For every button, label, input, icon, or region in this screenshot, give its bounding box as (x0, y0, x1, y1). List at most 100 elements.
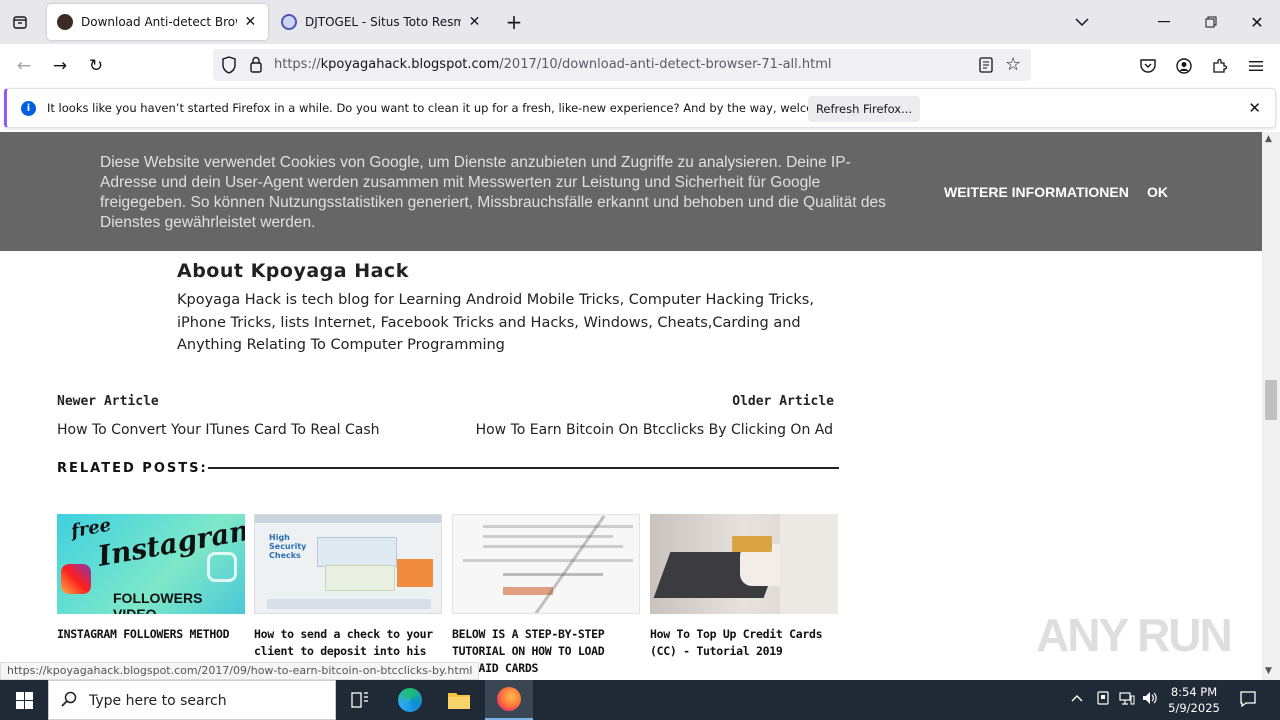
older-article-link[interactable]: How To Earn Bitcoin On Btcclicks By Clic… (476, 422, 833, 438)
camera-icon (207, 552, 237, 582)
address-bar[interactable]: https://kpoyagahack.blogspot.com/2017/10… (213, 49, 1031, 81)
network-icon[interactable] (1119, 691, 1135, 709)
lock-icon[interactable] (249, 56, 263, 77)
list-all-tabs-chevron-icon[interactable] (1059, 0, 1105, 44)
anyrun-watermark: ANY RUN (1036, 609, 1233, 661)
related-post-card[interactable]: High Security Checks How to send a check… (254, 514, 442, 677)
watermark-stroke (534, 515, 606, 613)
checks-thumbnail[interactable]: High Security Checks (254, 514, 442, 614)
refresh-firefox-notification: i It looks like you haven’t started Fire… (4, 88, 1276, 128)
taskbar-search-box[interactable]: Type here to search (48, 680, 336, 720)
sleeve-shape (780, 514, 838, 614)
promo-badge (397, 559, 433, 587)
about-title: About Kpoyaga Hack (177, 260, 409, 282)
close-tab-icon[interactable]: ✕ (467, 14, 482, 30)
refresh-firefox-button[interactable]: Refresh Firefox... (808, 96, 920, 122)
url-host: kpoyagahack.blogspot.com (320, 57, 500, 72)
tray-overflow-chevron-icon[interactable] (1071, 691, 1083, 706)
notification-message: It looks like you haven’t started Firefo… (47, 101, 868, 115)
file-explorer-icon[interactable] (435, 680, 483, 720)
reload-icon[interactable]: ↻ (82, 52, 110, 80)
tab-download-anti-detect[interactable]: Download Anti-detect Browser ✕ (47, 4, 268, 40)
credit-card-thumbnail[interactable] (650, 514, 838, 614)
task-view-icon[interactable] (336, 680, 384, 720)
credit-card-shape (732, 536, 772, 552)
related-post-card[interactable]: free Instagram FOLLOWERS VIDEO INSTAGRAM… (57, 514, 245, 643)
scrollbar-thumb[interactable] (1265, 380, 1277, 420)
shield-icon[interactable] (221, 56, 237, 78)
scroll-up-icon[interactable]: ▲ (1265, 134, 1272, 144)
back-arrow-icon[interactable]: ← (10, 52, 38, 80)
clock-time: 8:54 PM (1170, 685, 1218, 699)
menu-hamburger-icon[interactable] (1242, 52, 1270, 80)
page-content: Diese Website verwendet Cookies von Goog… (0, 132, 1262, 680)
search-placeholder: Type here to search (89, 693, 227, 709)
text-line (463, 559, 633, 562)
thumb-text: FOLLOWERS VIDEO (113, 590, 203, 614)
text-line (483, 525, 633, 528)
more-info-button[interactable]: WEITERE INFORMATIONEN (944, 184, 1129, 200)
start-windows-icon[interactable] (0, 680, 48, 720)
tab-title: Download Anti-detect Browser (81, 15, 237, 29)
link-status-bar: https://kpoyagahack.blogspot.com/2017/09… (0, 662, 480, 680)
related-post-title[interactable]: How To Top Up Credit Cards (CC) - Tutori… (650, 626, 838, 660)
check-image (325, 565, 395, 591)
search-icon (61, 691, 77, 711)
page-scrollbar[interactable]: ▲ ▼ (1262, 132, 1280, 680)
related-post-title[interactable]: INSTAGRAM FOLLOWERS METHOD (57, 626, 245, 643)
extensions-puzzle-icon[interactable] (1206, 52, 1234, 80)
related-post-card[interactable]: How To Top Up Credit Cards (CC) - Tutori… (650, 514, 838, 660)
related-divider (208, 467, 839, 469)
reader-view-icon[interactable] (979, 57, 993, 77)
firefox-taskbar-icon[interactable] (485, 680, 533, 720)
system-clock[interactable]: 8:54 PM 5/9/2025 (1166, 684, 1222, 716)
clock-date: 5/9/2025 (1168, 701, 1220, 715)
text-line (503, 573, 603, 576)
volume-icon[interactable] (1142, 691, 1158, 709)
url-scheme: https:// (274, 57, 321, 72)
restore-icon[interactable] (1188, 0, 1234, 44)
url-text[interactable]: https://kpoyagahack.blogspot.com/2017/10… (274, 57, 832, 72)
thumb-text: High Security Checks (269, 533, 307, 560)
newer-article-label: Newer Article (57, 394, 159, 409)
text-line (483, 545, 623, 548)
meet-now-icon[interactable] (1096, 691, 1110, 709)
windows-taskbar: Type here to search 8:54 PM 5/9/2025 (0, 680, 1280, 720)
pocket-icon[interactable] (1134, 52, 1162, 80)
account-icon[interactable] (1170, 52, 1198, 80)
edge-browser-icon[interactable] (386, 680, 434, 720)
related-posts-heading: RELATED POSTS: (57, 461, 208, 476)
instagram-thumbnail[interactable]: free Instagram FOLLOWERS VIDEO (57, 514, 245, 614)
close-window-icon[interactable]: ✕ (1234, 0, 1280, 44)
notification-center-icon[interactable] (1239, 690, 1257, 712)
tab-djtogel[interactable]: DJTOGEL - Situs Toto Resmi Terg ✕ (271, 4, 492, 40)
forward-arrow-icon[interactable]: → (46, 52, 74, 80)
minimize-icon[interactable] (1141, 0, 1187, 44)
cookie-text: Diese Website verwendet Cookies von Goog… (100, 154, 886, 231)
site-favicon-icon (57, 14, 73, 30)
close-notification-icon[interactable]: ✕ (1248, 99, 1261, 117)
arrow-shape (503, 587, 553, 595)
prepaid-card-thumbnail[interactable] (452, 514, 640, 614)
older-article-label: Older Article (732, 394, 834, 409)
text-line (483, 535, 613, 538)
thumb-footer-strip (267, 599, 431, 609)
related-post-card[interactable]: BELOW IS A STEP-BY-STEP TUTORIAL ON HOW … (452, 514, 640, 677)
thumb-header-strip (255, 515, 441, 523)
new-tab-plus-icon[interactable]: + (500, 8, 528, 36)
scroll-down-icon[interactable]: ▼ (1265, 666, 1272, 676)
info-icon: i (21, 101, 36, 116)
newer-article-link[interactable]: How To Convert Your ITunes Card To Real … (57, 422, 380, 438)
instagram-logo-icon (61, 564, 91, 594)
about-text: Kpoyaga Hack is tech blog for Learning A… (177, 292, 814, 353)
site-favicon-icon (281, 14, 297, 30)
navigation-toolbar: ← → ↻ https://kpoyagahack.blogspot.com/2… (0, 44, 1280, 86)
cookie-ok-button[interactable]: OK (1147, 184, 1168, 200)
bookmark-star-icon[interactable]: ☆ (1005, 54, 1021, 75)
firefox-view-icon[interactable] (6, 8, 34, 36)
url-path: /2017/10/download-anti-detect-browser-71… (499, 57, 832, 72)
tab-title: DJTOGEL - Situs Toto Resmi Terg (305, 15, 461, 29)
close-tab-icon[interactable]: ✕ (243, 14, 258, 30)
tab-strip: Download Anti-detect Browser ✕ DJTOGEL -… (0, 0, 1280, 44)
related-post-title[interactable]: BELOW IS A STEP-BY-STEP TUTORIAL ON HOW … (452, 626, 640, 677)
